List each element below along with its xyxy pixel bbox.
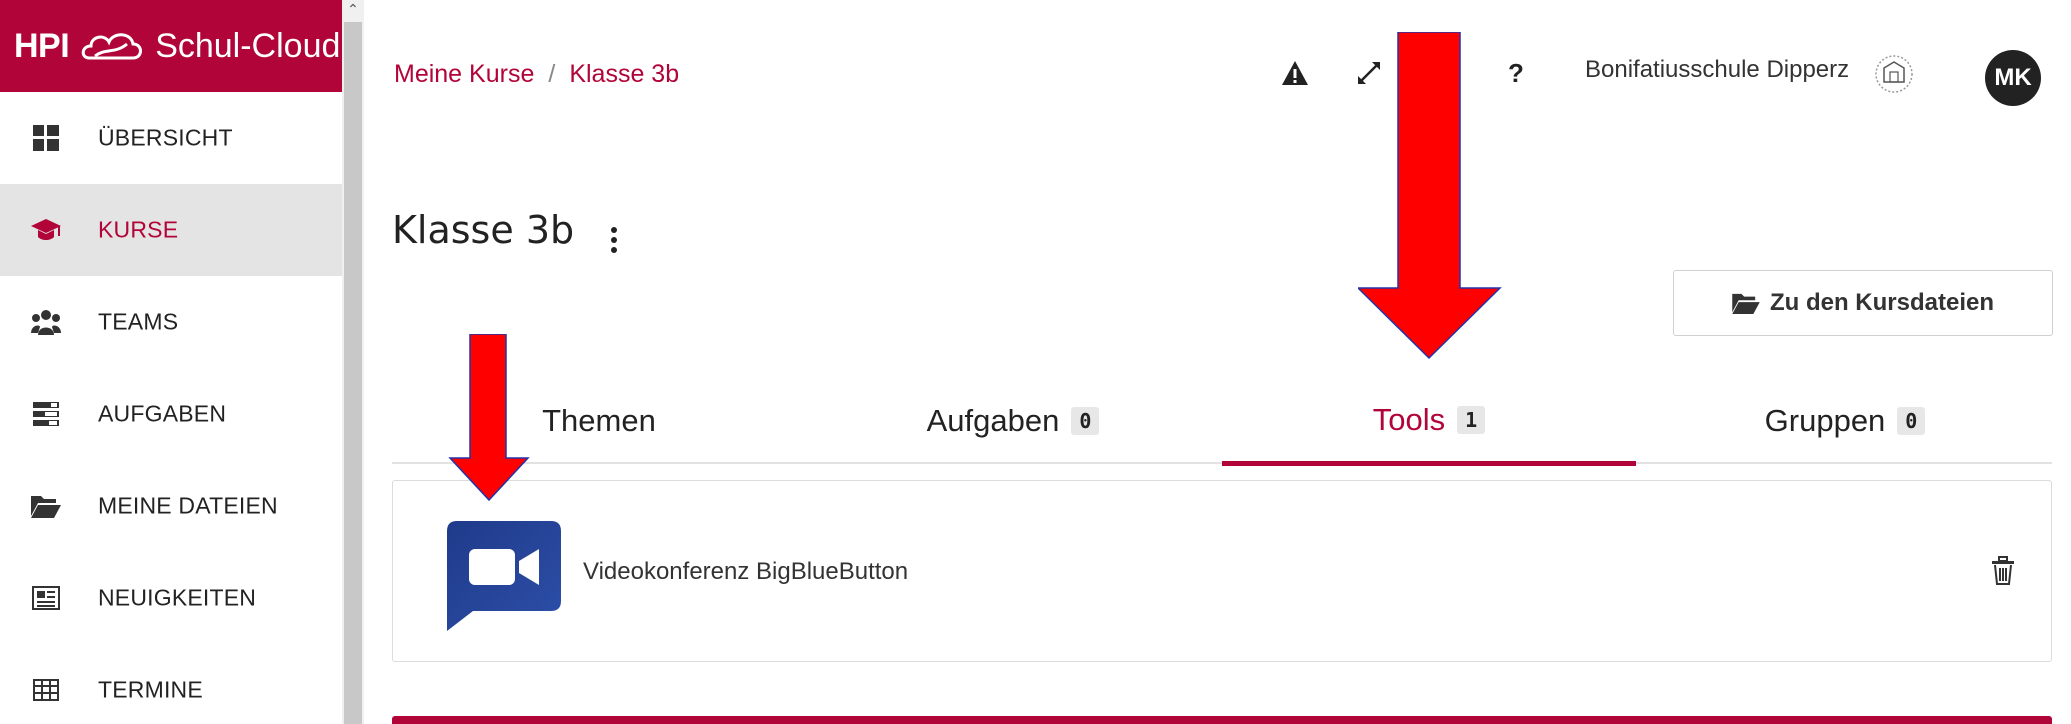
- course-files-button[interactable]: Zu den Kursdateien: [1673, 270, 2053, 336]
- sidebar-item-label: ÜBERSICHT: [98, 124, 233, 151]
- breadcrumb-link-meine-kurse[interactable]: Meine Kurse: [394, 60, 534, 89]
- sidebar-item-uebersicht[interactable]: ÜBERSICHT: [0, 92, 342, 184]
- tool-name[interactable]: Videokonferenz BigBlueButton: [583, 558, 908, 586]
- tab-count-badge: 0: [1071, 407, 1100, 435]
- sidebar-scrollbar-thumb[interactable]: [344, 22, 362, 724]
- school-logo-icon: [1875, 55, 1913, 93]
- folder-open-icon: [30, 490, 62, 522]
- sidebar-item-label: KURSE: [98, 216, 179, 243]
- sidebar-item-aufgaben[interactable]: AUFGABEN: [0, 368, 342, 460]
- app-logo[interactable]: HPI Schul-Cloud: [0, 0, 342, 92]
- sidebar-item-label: TERMINE: [98, 676, 203, 703]
- folder-open-icon: [1732, 293, 1760, 314]
- avatar[interactable]: MK: [1985, 50, 2041, 106]
- logo-brand: Schul-Cloud: [155, 26, 341, 65]
- tab-count-badge: 0: [1897, 407, 1926, 435]
- more-options-icon[interactable]: [609, 226, 619, 254]
- tab-aufgaben[interactable]: Aufgaben 0: [806, 378, 1220, 464]
- warning-icon[interactable]: [1280, 56, 1310, 90]
- course-tabs: Themen Aufgaben 0 Tools 1 Gruppen 0: [392, 378, 2052, 466]
- sidebar-item-termine[interactable]: TERMINE: [0, 644, 342, 724]
- sidebar-item-label: MEINE DATEIEN: [98, 492, 278, 519]
- cloud-logo-icon: [81, 33, 143, 60]
- sidebar-item-meine-dateien[interactable]: MEINE DATEIEN: [0, 460, 342, 552]
- video-camera-icon[interactable]: [447, 521, 561, 631]
- tab-label: Tools: [1372, 401, 1446, 437]
- sidebar-item-teams[interactable]: TEAMS: [0, 276, 342, 368]
- course-files-button-label: Zu den Kursdateien: [1769, 289, 1995, 316]
- breadcrumb-separator: /: [548, 60, 556, 88]
- tab-count-badge: 1: [1457, 405, 1486, 434]
- next-section-bar: [392, 716, 2052, 724]
- tab-label: Themen: [542, 403, 656, 438]
- sidebar-item-label: AUFGABEN: [98, 400, 227, 427]
- tool-card[interactable]: Videokonferenz BigBlueButton: [392, 480, 2052, 662]
- trash-icon[interactable]: [1990, 556, 2016, 586]
- tab-label: Gruppen: [1764, 403, 1886, 438]
- dashboard-icon: [30, 122, 62, 154]
- help-icon[interactable]: ?: [1506, 56, 1526, 90]
- users-icon: [30, 306, 62, 338]
- breadcrumb: Meine Kurse / Klasse 3b: [394, 60, 679, 89]
- calendar-table-icon: [30, 674, 62, 706]
- school-name[interactable]: Bonifatiusschule Dipperz: [1585, 56, 1849, 84]
- sidebar-item-label: TEAMS: [98, 308, 179, 335]
- newspaper-icon: [30, 582, 62, 614]
- tab-tools[interactable]: Tools 1: [1222, 378, 1636, 466]
- tasks-icon: [30, 398, 62, 430]
- sidebar: HPI Schul-Cloud ÜBERSICHT KURSE TEAMS AU…: [0, 0, 342, 724]
- tab-gruppen[interactable]: Gruppen 0: [1638, 378, 2052, 464]
- sidebar-item-label: NEUIGKEITEN: [98, 584, 257, 611]
- tab-label: Aufgaben: [926, 403, 1060, 438]
- scroll-up-arrow-icon[interactable]: ⌃: [344, 0, 362, 20]
- down-arrow-annotation-icon: [1358, 32, 1502, 360]
- breadcrumb-current[interactable]: Klasse 3b: [569, 60, 679, 89]
- sidebar-item-neuigkeiten[interactable]: NEUIGKEITEN: [0, 552, 342, 644]
- down-arrow-annotation-icon: [448, 334, 530, 502]
- logo-prefix: HPI: [14, 26, 70, 65]
- graduation-cap-icon: [30, 214, 62, 246]
- page-title: Klasse 3b: [392, 208, 575, 252]
- sidebar-item-kurse[interactable]: KURSE: [0, 184, 342, 276]
